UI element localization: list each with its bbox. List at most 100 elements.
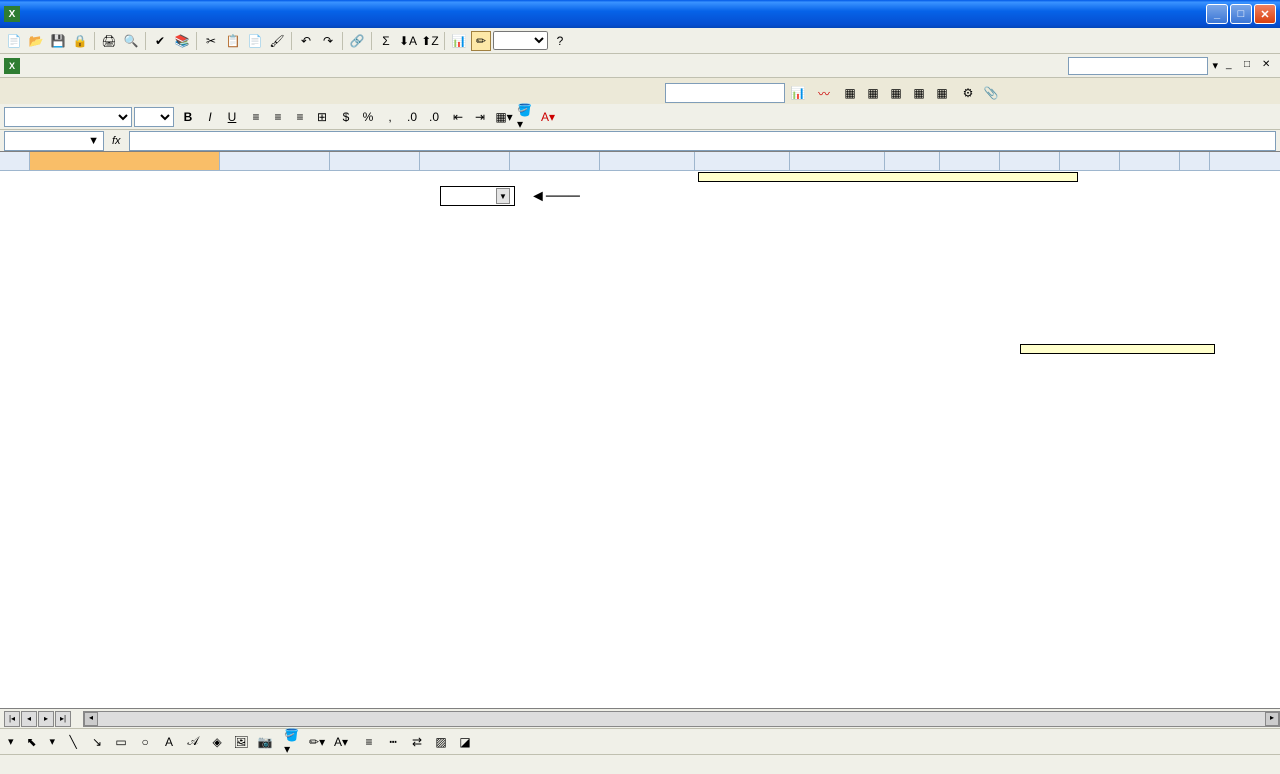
align-center-button[interactable]: ≡ — [268, 107, 288, 127]
3d-icon[interactable]: ◪ — [455, 732, 475, 752]
tool-icon-6[interactable]: ▦ — [909, 83, 929, 103]
autosum-icon[interactable]: Σ — [376, 31, 396, 51]
col-header-p[interactable] — [1180, 152, 1210, 170]
tab-nav-next[interactable]: ▸ — [38, 711, 54, 727]
close-button[interactable]: ✕ — [1254, 4, 1276, 24]
comma-button[interactable]: , — [380, 107, 400, 127]
oval-icon[interactable]: ○ — [135, 732, 155, 752]
rectangle-icon[interactable]: ▭ — [111, 732, 131, 752]
menu-pjmlns[interactable] — [170, 64, 186, 68]
fill-color-icon[interactable]: 🪣▾ — [283, 732, 303, 752]
currency-button[interactable]: $ — [336, 107, 356, 127]
menu-data[interactable] — [122, 64, 138, 68]
hyperlink-icon[interactable]: 🔗 — [347, 31, 367, 51]
help-dropdown-icon[interactable]: ▾ — [1212, 59, 1218, 72]
font-color-button[interactable]: A▾ — [538, 107, 558, 127]
col-header-i[interactable] — [695, 152, 790, 170]
name-box[interactable]: ▼ — [4, 131, 104, 151]
wordart-icon[interactable]: 𝒜 — [183, 732, 203, 752]
drawing-icon[interactable]: ✏ — [471, 31, 491, 51]
maximize-button[interactable]: □ — [1230, 4, 1252, 24]
save-icon[interactable]: 💾 — [48, 31, 68, 51]
col-header-o[interactable] — [1120, 152, 1180, 170]
line-style-icon[interactable]: ≡ — [359, 732, 379, 752]
decrease-decimal-button[interactable]: .0 — [424, 107, 444, 127]
col-header-j[interactable] — [790, 152, 885, 170]
decrease-indent-button[interactable]: ⇤ — [448, 107, 468, 127]
fx-label[interactable]: fx — [112, 135, 121, 147]
tool-icon-7[interactable]: ▦ — [932, 83, 952, 103]
menu-insert[interactable] — [74, 64, 90, 68]
menu-edit[interactable] — [42, 64, 58, 68]
redo-icon[interactable]: ↷ — [318, 31, 338, 51]
tab-nav-prev[interactable]: ◂ — [21, 711, 37, 727]
align-right-button[interactable]: ≡ — [290, 107, 310, 127]
increase-decimal-button[interactable]: .0 — [402, 107, 422, 127]
new-icon[interactable]: 📄 — [4, 31, 24, 51]
picture-icon[interactable]: 📷 — [255, 732, 275, 752]
doc-minimize-button[interactable]: _ — [1226, 59, 1240, 73]
tool-icon-5[interactable]: ▦ — [886, 83, 906, 103]
select-objects-icon[interactable]: ⬉ — [22, 732, 42, 752]
minimize-button[interactable]: _ — [1206, 4, 1228, 24]
print-icon[interactable]: 🖨 — [99, 31, 119, 51]
menu-file[interactable] — [26, 64, 42, 68]
tab-nav-last[interactable]: ▸| — [55, 711, 71, 727]
permission-icon[interactable]: 🔒 — [70, 31, 90, 51]
horizontal-scrollbar[interactable]: ◂ ▸ — [83, 711, 1280, 727]
tool-icon-8[interactable]: ⚙ — [958, 83, 978, 103]
bold-button[interactable]: B — [178, 107, 198, 127]
diagram-icon[interactable]: ◈ — [207, 732, 227, 752]
sort-asc-icon[interactable]: ⬇A — [398, 31, 418, 51]
doc-restore-button[interactable]: □ — [1244, 59, 1258, 73]
col-header-h[interactable] — [600, 152, 695, 170]
line-icon[interactable]: ╲ — [63, 732, 83, 752]
col-header-l[interactable] — [940, 152, 1000, 170]
dash-style-icon[interactable]: ┅ — [383, 732, 403, 752]
font-name-combo[interactable] — [4, 107, 132, 127]
increase-indent-button[interactable]: ⇥ — [470, 107, 490, 127]
arrow-style-icon[interactable]: ⇄ — [407, 732, 427, 752]
help-icon[interactable]: ? — [550, 31, 570, 51]
line-color-icon[interactable]: ✏▾ — [307, 732, 327, 752]
undo-icon[interactable]: ↶ — [296, 31, 316, 51]
menu-format[interactable] — [90, 64, 106, 68]
copy-icon[interactable]: 📋 — [223, 31, 243, 51]
month-end-selector[interactable]: ▼ — [440, 186, 515, 206]
italic-button[interactable]: I — [200, 107, 220, 127]
col-header-a[interactable] — [30, 152, 220, 170]
menu-help[interactable] — [154, 64, 170, 68]
menu-view[interactable] — [58, 64, 74, 68]
tool-icon-1[interactable]: 📊 — [788, 83, 808, 103]
underline-button[interactable]: U — [222, 107, 242, 127]
open-icon[interactable]: 📂 — [26, 31, 46, 51]
formula-input[interactable] — [129, 131, 1276, 151]
col-header-k[interactable] — [885, 152, 940, 170]
tab-nav-first[interactable]: |◂ — [4, 711, 20, 727]
sort-desc-icon[interactable]: ⬆Z — [420, 31, 440, 51]
tool-icon-3[interactable]: ▦ — [840, 83, 860, 103]
preview-icon[interactable]: 🔍 — [121, 31, 141, 51]
col-header-m[interactable] — [1000, 152, 1060, 170]
format-painter-icon[interactable]: 🖌 — [267, 31, 287, 51]
research-icon[interactable]: 📚 — [172, 31, 192, 51]
arrow-icon[interactable]: ↘ — [87, 732, 107, 752]
clipart-icon[interactable]: 🖼 — [231, 732, 251, 752]
select-all-corner[interactable] — [0, 152, 30, 170]
chart-icon[interactable]: 📊 — [449, 31, 469, 51]
tool-icon-4[interactable]: ▦ — [863, 83, 883, 103]
zoom-combo[interactable] — [493, 31, 548, 50]
percent-button[interactable]: % — [358, 107, 378, 127]
col-header-f[interactable] — [420, 152, 510, 170]
tool-icon-9[interactable]: 📎 — [981, 83, 1001, 103]
tool-icon-2[interactable]: 〰 — [814, 83, 834, 103]
menu-tools[interactable] — [106, 64, 122, 68]
chevron-down-icon[interactable]: ▼ — [88, 135, 99, 147]
paste-icon[interactable]: 📄 — [245, 31, 265, 51]
col-header-g[interactable] — [510, 152, 600, 170]
textbox-icon[interactable]: A — [159, 732, 179, 752]
font-size-combo[interactable] — [134, 107, 174, 127]
cut-icon[interactable]: ✂ — [201, 31, 221, 51]
help-search-input[interactable] — [1068, 57, 1208, 75]
merge-button[interactable]: ⊞ — [312, 107, 332, 127]
